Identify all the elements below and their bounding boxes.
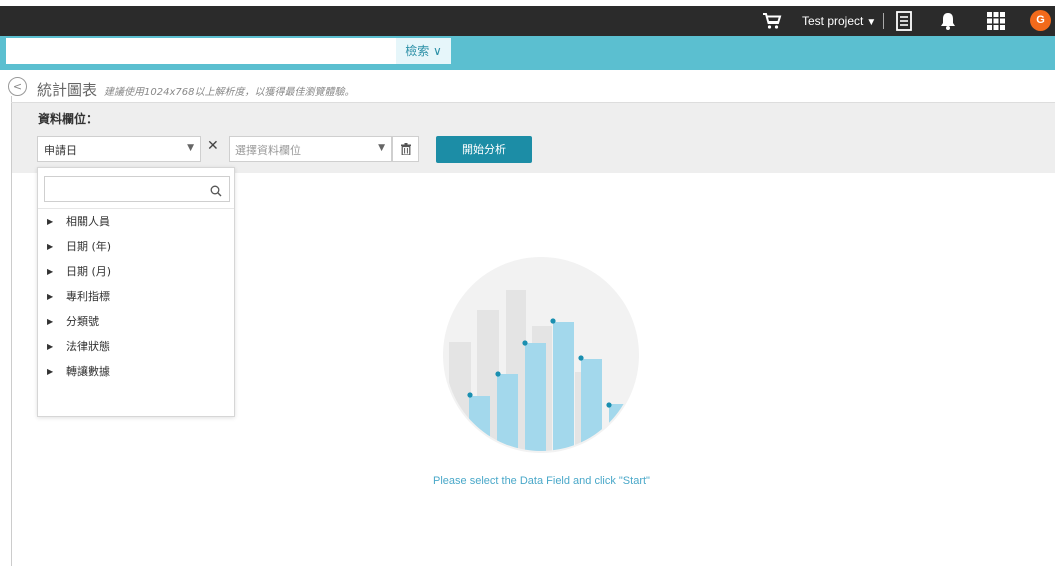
dropdown-item-label: 分類號 (66, 315, 99, 328)
collapse-sidebar-button[interactable]: < (8, 77, 27, 96)
dropdown-item-legal-status[interactable]: ▶ 法律狀態 (38, 335, 234, 357)
app-root: Test project ▼ G 檢索 ∨ < 統計圖表 建議使用1024x76… (0, 0, 1055, 569)
data-field-select-1[interactable]: 申請日 ▼ (37, 136, 201, 162)
caret-right-icon: ▶ (47, 216, 54, 226)
delete-field-button[interactable] (392, 136, 419, 162)
trash-icon (400, 140, 411, 159)
caret-down-icon: ▼ (866, 17, 877, 28)
illustration-blue-bar (469, 396, 490, 451)
caret-right-icon: ▶ (47, 266, 54, 276)
search-icon (210, 182, 222, 201)
data-field-select-2[interactable]: 選擇資料欄位 ▼ (229, 136, 392, 162)
chevron-down-icon: ▼ (187, 143, 194, 153)
cart-icon[interactable] (760, 6, 784, 36)
chevron-down-icon: ▼ (378, 143, 385, 153)
dropdown-item-label: 法律狀態 (66, 340, 110, 353)
bell-icon[interactable] (938, 6, 958, 36)
data-field-select-2-placeholder: 選擇資料欄位 (235, 144, 301, 157)
dropdown-item-label: 轉讓數據 (66, 365, 110, 378)
dropdown-item-patent-index[interactable]: ▶ 專利指標 (38, 285, 234, 307)
search-bar-underline (0, 66, 1055, 70)
illustration-dot (606, 402, 612, 408)
chevron-left-icon: < (12, 80, 23, 93)
dropdown-item-label: 日期 (月) (66, 265, 112, 278)
avatar[interactable]: G (1030, 10, 1051, 31)
illustration-blue-bar (525, 343, 546, 451)
caret-right-icon: ▶ (47, 341, 54, 351)
caret-right-icon: ▶ (47, 291, 54, 301)
dropdown-item-transfer-data[interactable]: ▶ 轉讓數據 (38, 360, 234, 382)
search-input[interactable] (6, 38, 396, 64)
apps-grid-icon[interactable] (985, 6, 1007, 36)
data-field-label: 資料欄位： (38, 112, 99, 126)
illustration-gray-bar (449, 342, 471, 451)
document-icon[interactable] (893, 6, 915, 36)
illustration-dot (578, 355, 584, 361)
illustration-dot (522, 340, 528, 346)
dropdown-item-year[interactable]: ▶ 日期 (年) (38, 235, 234, 257)
dropdown-item-classification[interactable]: ▶ 分類號 (38, 310, 234, 332)
empty-state-message: Please select the Data Field and click "… (433, 475, 650, 487)
start-analysis-button[interactable]: 開始分析 (436, 136, 532, 163)
dropdown-item-people[interactable]: ▶ 相關人員 (38, 210, 234, 232)
top-bar: Test project ▼ G (0, 6, 1055, 36)
field-dropdown: ▶ 相關人員 ▶ 日期 (年) ▶ 日期 (月) ▶ 專利指標 ▶ 分類號 ▶ … (37, 167, 235, 417)
dropdown-item-month[interactable]: ▶ 日期 (月) (38, 260, 234, 282)
empty-chart-illustration (443, 257, 639, 453)
clear-field-icon[interactable]: ✕ (207, 138, 219, 154)
page-title: 統計圖表 (37, 81, 98, 99)
dropdown-divider (38, 208, 234, 209)
topbar-divider (883, 13, 884, 29)
illustration-dot (467, 392, 473, 398)
dropdown-search-input[interactable] (44, 176, 230, 202)
illustration-dot (495, 371, 501, 377)
data-field-select-1-value: 申請日 (44, 144, 77, 157)
search-bar: 檢索 ∨ (0, 36, 1055, 66)
illustration-dot (550, 318, 556, 324)
dropdown-item-label: 日期 (年) (66, 240, 112, 253)
caret-right-icon: ▶ (47, 366, 54, 376)
dropdown-item-label: 相關人員 (66, 215, 110, 228)
dropdown-item-label: 專利指標 (66, 290, 110, 303)
illustration-blue-bar (553, 322, 574, 451)
search-toggle-button[interactable]: 檢索 ∨ (396, 38, 451, 64)
caret-right-icon: ▶ (47, 241, 54, 251)
resolution-hint: 建議使用1024x768以上解析度，以獲得最佳瀏覽體驗。 (104, 87, 355, 98)
project-label: Test project (802, 14, 864, 28)
project-selector[interactable]: Test project ▼ (802, 6, 876, 36)
caret-right-icon: ▶ (47, 316, 54, 326)
